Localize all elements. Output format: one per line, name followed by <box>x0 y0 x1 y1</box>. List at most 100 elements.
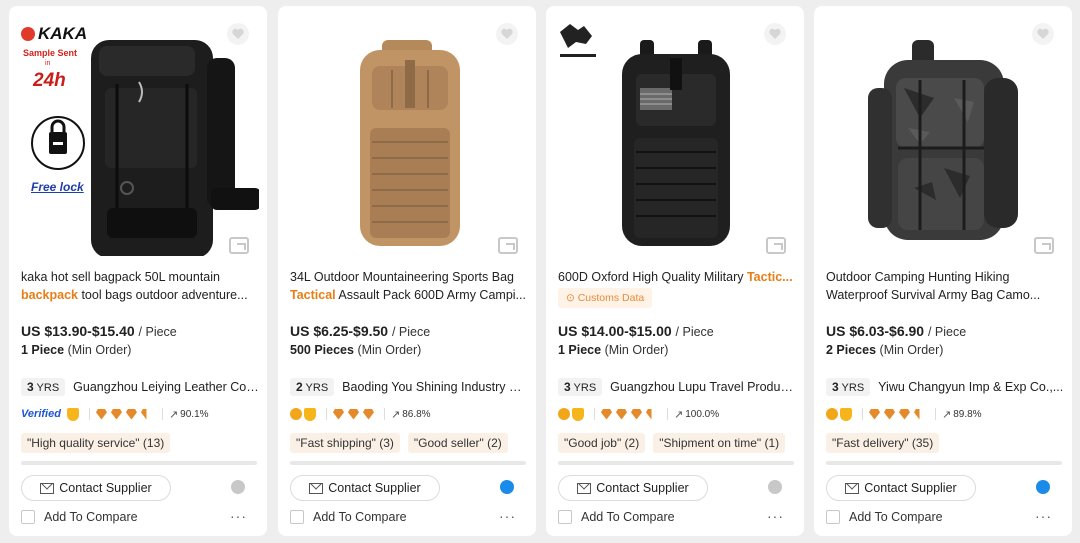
supplier-badges: ↗ 86.8% <box>290 406 431 422</box>
price: US $14.00-$15.00 / Piece <box>558 323 714 339</box>
compare-checkbox[interactable] <box>826 510 840 524</box>
chat-status-icon[interactable] <box>500 480 514 494</box>
compare-checkbox[interactable] <box>558 510 572 524</box>
supplier-row[interactable]: 3 YRS Guangzhou Leiying Leather Co.,... <box>21 378 259 396</box>
title-line: kaka hot sell bagpack 50L mountain <box>21 270 220 284</box>
image-compare-icon[interactable] <box>229 237 249 254</box>
contact-supplier-button[interactable]: Contact Supplier <box>558 475 708 501</box>
product-title[interactable]: Outdoor Camping Hunting Hiking Waterproo… <box>826 268 1064 304</box>
price-range: US $14.00-$15.00 <box>558 323 672 339</box>
review-tag: "Shipment on time" (1) <box>653 433 786 453</box>
image-compare-icon[interactable] <box>766 237 786 254</box>
chat-status-icon[interactable] <box>768 480 782 494</box>
divider <box>935 408 936 420</box>
add-to-compare[interactable]: Add To Compare ··· <box>826 508 1062 524</box>
price-range: US $6.25-$9.50 <box>290 323 389 339</box>
response-rate: 90.1% <box>180 408 209 420</box>
heart-icon[interactable] <box>227 23 249 45</box>
title-line: Waterproof Survival Army Bag Camo... <box>826 288 1041 302</box>
price: US $13.90-$15.40 / Piece <box>21 323 177 339</box>
chat-status-icon[interactable] <box>1036 480 1050 494</box>
free-lock-text: Free lock <box>31 180 84 194</box>
heart-icon[interactable] <box>764 23 786 45</box>
image-compare-icon[interactable] <box>498 237 518 254</box>
contact-supplier-button[interactable]: Contact Supplier <box>21 475 171 501</box>
review-tag: "Good job" (2) <box>558 433 646 453</box>
supplier-row[interactable]: 2 YRS Baoding You Shining Industry C... <box>290 378 528 396</box>
supplier-name[interactable]: Yiwu Changyun Imp & Exp Co.,... <box>878 380 1064 394</box>
product-title[interactable]: 600D Oxford High Quality Military Tactic… <box>558 268 796 308</box>
product-card[interactable]: KAKA Sample Sent in 24h Free lock kaka h… <box>9 6 267 536</box>
coin-icon <box>558 408 570 420</box>
supplier-badges: ↗ 100.0% <box>558 406 719 422</box>
price-range: US $13.90-$15.40 <box>21 323 135 339</box>
response-arrow-icon: ↗ <box>391 408 401 421</box>
contact-supplier-button[interactable]: Contact Supplier <box>290 475 440 501</box>
response-rate: 89.8% <box>953 408 982 420</box>
title-keyword: backpack <box>21 288 78 302</box>
add-to-compare[interactable]: Add To Compare ··· <box>21 508 257 524</box>
mail-icon <box>577 482 592 494</box>
diamond-icon <box>95 408 107 420</box>
more-options-icon[interactable]: ··· <box>1035 508 1052 524</box>
title-line-rest: Assault Pack 600D Army Campi... <box>335 288 526 302</box>
min-order: 2 Pieces (Min Order) <box>826 343 943 357</box>
lock-image <box>31 116 85 170</box>
chat-status-icon[interactable] <box>231 480 245 494</box>
supplier-name[interactable]: Guangzhou Leiying Leather Co.,... <box>73 380 259 394</box>
min-order: 500 Pieces (Min Order) <box>290 343 421 357</box>
response-arrow-icon: ↗ <box>674 408 684 421</box>
promo-in-text: in <box>45 60 51 67</box>
promo-24h-text: 24h <box>33 70 66 91</box>
response-arrow-icon: ↗ <box>168 408 179 421</box>
product-card[interactable]: 34L Outdoor Mountaineering Sports Bag Ta… <box>278 6 536 536</box>
diamond-icon <box>125 408 137 420</box>
brand-logo: KAKA <box>21 24 87 44</box>
review-tags: "Fast shipping" (3) "Good seller" (2) <box>290 433 508 453</box>
more-options-icon[interactable]: ··· <box>230 508 247 524</box>
title-keyword: Tactic... <box>746 270 793 284</box>
moq-label: (Min Order) <box>879 343 944 357</box>
product-image[interactable] <box>556 18 796 256</box>
product-image[interactable] <box>824 18 1064 256</box>
response-rate: 100.0% <box>685 408 720 420</box>
compare-checkbox[interactable] <box>21 510 35 524</box>
more-options-icon[interactable]: ··· <box>767 508 784 524</box>
title-line: 34L Outdoor Mountaineering Sports Bag <box>290 270 514 284</box>
product-title[interactable]: kaka hot sell bagpack 50L mountain backp… <box>21 268 259 304</box>
diamond-icon <box>631 408 642 420</box>
divider <box>88 408 90 420</box>
compare-checkbox[interactable] <box>290 510 304 524</box>
mail-icon <box>40 482 55 494</box>
product-card[interactable]: Outdoor Camping Hunting Hiking Waterproo… <box>814 6 1072 536</box>
shield-icon <box>304 407 316 421</box>
product-title[interactable]: 34L Outdoor Mountaineering Sports Bag Ta… <box>290 268 528 304</box>
customs-data-badge[interactable]: ⊙ Customs Data <box>558 288 653 308</box>
section-divider <box>21 461 257 465</box>
supplier-name[interactable]: Baoding You Shining Industry C... <box>342 380 528 394</box>
product-image[interactable] <box>288 18 528 256</box>
review-tags: "High quality service" (13) <box>21 433 171 453</box>
response-arrow-icon: ↗ <box>942 408 952 421</box>
supplier-row[interactable]: 3 YRS Yiwu Changyun Imp & Exp Co.,... <box>826 378 1064 396</box>
image-compare-icon[interactable] <box>1034 237 1054 254</box>
product-card[interactable]: 600D Oxford High Quality Military Tactic… <box>546 6 804 536</box>
diamond-icon <box>869 408 880 420</box>
price-range: US $6.03-$6.90 <box>826 323 925 339</box>
moq-qty: 500 Pieces <box>290 343 354 357</box>
review-tags: "Good job" (2) "Shipment on time" (1) <box>558 433 786 453</box>
heart-icon[interactable] <box>1032 23 1054 45</box>
years-badge: 3 YRS <box>826 378 871 396</box>
product-image[interactable]: KAKA Sample Sent in 24h Free lock <box>19 18 261 258</box>
add-to-compare[interactable]: Add To Compare ··· <box>290 508 526 524</box>
price: US $6.03-$6.90 / Piece <box>826 323 966 339</box>
review-tag: "Fast delivery" (35) <box>826 433 940 453</box>
contact-supplier-button[interactable]: Contact Supplier <box>826 475 976 501</box>
heart-icon[interactable] <box>496 23 518 45</box>
supplier-row[interactable]: 3 YRS Guangzhou Lupu Travel Produc... <box>558 378 796 396</box>
price-unit: / Piece <box>927 325 967 339</box>
supplier-name[interactable]: Guangzhou Lupu Travel Produc... <box>610 380 796 394</box>
more-options-icon[interactable]: ··· <box>499 508 516 524</box>
add-to-compare[interactable]: Add To Compare ··· <box>558 508 794 524</box>
diamond-icon <box>348 408 359 420</box>
